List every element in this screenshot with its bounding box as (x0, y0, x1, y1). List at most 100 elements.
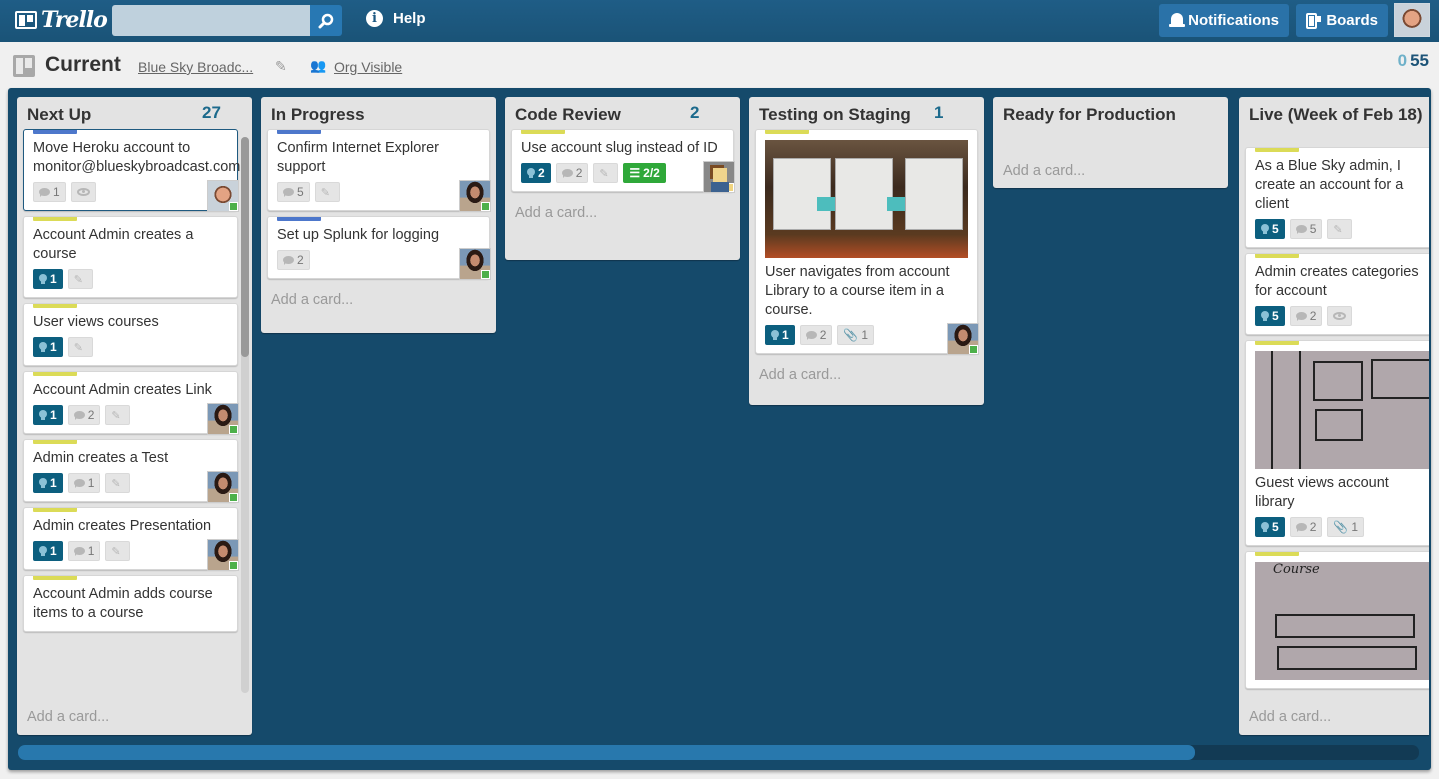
card-cover-image (1255, 351, 1429, 469)
pencil-icon: ✎ (599, 167, 609, 180)
add-card-link[interactable]: Add a card... (993, 155, 1228, 189)
card[interactable]: User views courses 1 ✎ (23, 303, 238, 366)
add-card-link[interactable]: Add a card... (261, 284, 496, 318)
list-title[interactable]: Code Review (515, 105, 621, 125)
card-title: User views courses (33, 314, 159, 330)
votes-badge: 5 (1255, 219, 1285, 239)
card[interactable]: Confirm Internet Explorer support 5 ✎ (267, 129, 491, 212)
votes-badge: 5 (1255, 306, 1285, 326)
board-counters[interactable]: 0 55 (1398, 51, 1429, 71)
boards-button[interactable]: Boards (1296, 4, 1388, 37)
unread-count: 0 (1397, 51, 1408, 70)
list-title[interactable]: Ready for Production (1003, 105, 1176, 125)
member-avatar[interactable] (459, 180, 491, 212)
attachments-count: 1 (1351, 520, 1359, 534)
card-label-yellow (1255, 341, 1299, 345)
total-count: 55 (1410, 51, 1429, 70)
card-title: Use account slug instead of ID (521, 140, 718, 156)
member-avatar[interactable] (459, 248, 491, 280)
list: Code Review 2 Use account slug instead of … (505, 97, 740, 260)
card-list: Confirm Internet Explorer support 5 ✎ Set u… (261, 129, 496, 280)
comment-icon (1295, 225, 1307, 234)
notifications-button[interactable]: Notifications (1159, 4, 1289, 37)
search-input[interactable] (112, 5, 310, 36)
card[interactable]: Use account slug instead of ID 2 2 ✎ ☰ 2/2 (511, 129, 735, 193)
board-organization-link[interactable]: Blue Sky Broadc... (138, 59, 253, 75)
description-badge: ✎ (1327, 219, 1353, 239)
card[interactable]: Course (1245, 551, 1429, 689)
member-avatar[interactable] (703, 161, 735, 193)
list-title[interactable]: Live (Week of Feb 18) (1249, 105, 1423, 125)
card[interactable]: As a Blue Sky admin, I create an account… (1245, 147, 1429, 248)
votes-count: 1 (50, 340, 57, 354)
votes-badge: 5 (1255, 517, 1285, 537)
card-badges: 1 (33, 182, 228, 202)
votes-count: 1 (50, 408, 57, 422)
visibility-link[interactable]: Org Visible (334, 59, 402, 75)
list-scrollbar[interactable] (241, 137, 249, 693)
horizontal-scrollbar-thumb[interactable] (18, 745, 1195, 760)
member-avatar[interactable] (207, 403, 239, 435)
card[interactable]: Admin creates categories for account 5 2 (1245, 253, 1429, 335)
sticky-note (817, 197, 835, 211)
comment-icon (73, 411, 85, 420)
search-button[interactable] (310, 5, 342, 36)
card-badges: 1 2 📎 1 (765, 325, 968, 345)
card-badges: 2 2 ✎ ☰ 2/2 (521, 163, 724, 183)
boards-icon (1306, 12, 1322, 29)
list-title[interactable]: Testing on Staging (759, 105, 911, 125)
add-card-link[interactable]: Add a card... (1239, 701, 1341, 735)
add-card-link[interactable]: Add a card... (17, 701, 119, 735)
board-title[interactable]: Current (45, 53, 121, 77)
card[interactable]: Account Admin adds course items to a cou… (23, 575, 238, 632)
trello-logo-icon (15, 11, 37, 29)
member-avatar[interactable] (207, 180, 239, 212)
status-dot (481, 270, 490, 279)
list: Ready for Production Add a card... (993, 97, 1228, 188)
list: Testing on Staging 1 User navigates from a… (749, 97, 984, 405)
scrollbar-thumb[interactable] (241, 137, 249, 357)
comments-count: 1 (53, 185, 60, 199)
list-title[interactable]: Next Up (27, 105, 91, 125)
comments-count: 2 (1309, 309, 1317, 323)
comments-count: 2 (1309, 520, 1317, 534)
edit-pencil-icon[interactable]: ✎ (275, 58, 287, 75)
horizontal-scrollbar[interactable] (18, 745, 1419, 760)
description-badge: ✎ (105, 541, 131, 561)
member-avatar[interactable] (207, 539, 239, 571)
trello-logo[interactable]: Trello (15, 7, 108, 33)
list-title[interactable]: In Progress (271, 105, 365, 125)
card[interactable]: Guest views account library 5 2 📎 1 (1245, 340, 1429, 546)
wireframe-paper (773, 158, 831, 230)
card[interactable]: Set up Splunk for logging 2 (267, 216, 491, 280)
card-cover-image (765, 140, 968, 258)
comments-count: 5 (297, 185, 304, 199)
card[interactable]: Account Admin creates Link 1 2 ✎ (23, 371, 239, 435)
sketch-line (1271, 351, 1273, 469)
top-bar: Trello i Help Notifications Boards (0, 0, 1439, 42)
card-title: Guest views account library (1255, 475, 1389, 510)
sketch-box (1275, 614, 1415, 638)
comments-count: 1 (87, 544, 95, 558)
list-header: Live (Week of Feb 18) (1239, 97, 1429, 147)
member-avatar[interactable] (947, 323, 979, 355)
list: In Progress Confirm Internet Explorer sup… (261, 97, 496, 333)
add-card-link[interactable]: Add a card... (505, 197, 740, 231)
votes-badge: 1 (765, 325, 795, 345)
votes-badge: 2 (521, 163, 551, 183)
card[interactable]: User navigates from account Library to a… (755, 129, 979, 355)
card-cover-image: Course (1255, 562, 1429, 680)
comments-badge: 2 (67, 405, 101, 425)
card[interactable]: Move Heroku account to monitor@blueskybr… (23, 129, 240, 212)
card[interactable]: Admin creates Presentation 1 1 ✎ (23, 507, 239, 571)
help-button[interactable]: i Help (366, 10, 426, 27)
votes-count: 5 (1272, 309, 1279, 323)
add-card-link[interactable]: Add a card... (749, 359, 984, 393)
user-avatar[interactable] (1394, 3, 1430, 37)
card[interactable]: Admin creates a Test 1 1 ✎ (23, 439, 239, 503)
comment-icon (283, 256, 294, 265)
lightbulb-icon (39, 342, 47, 352)
member-avatar[interactable] (207, 471, 239, 503)
card[interactable]: Account Admin creates a course 1 ✎ (23, 216, 238, 298)
description-badge: ✎ (67, 337, 93, 357)
